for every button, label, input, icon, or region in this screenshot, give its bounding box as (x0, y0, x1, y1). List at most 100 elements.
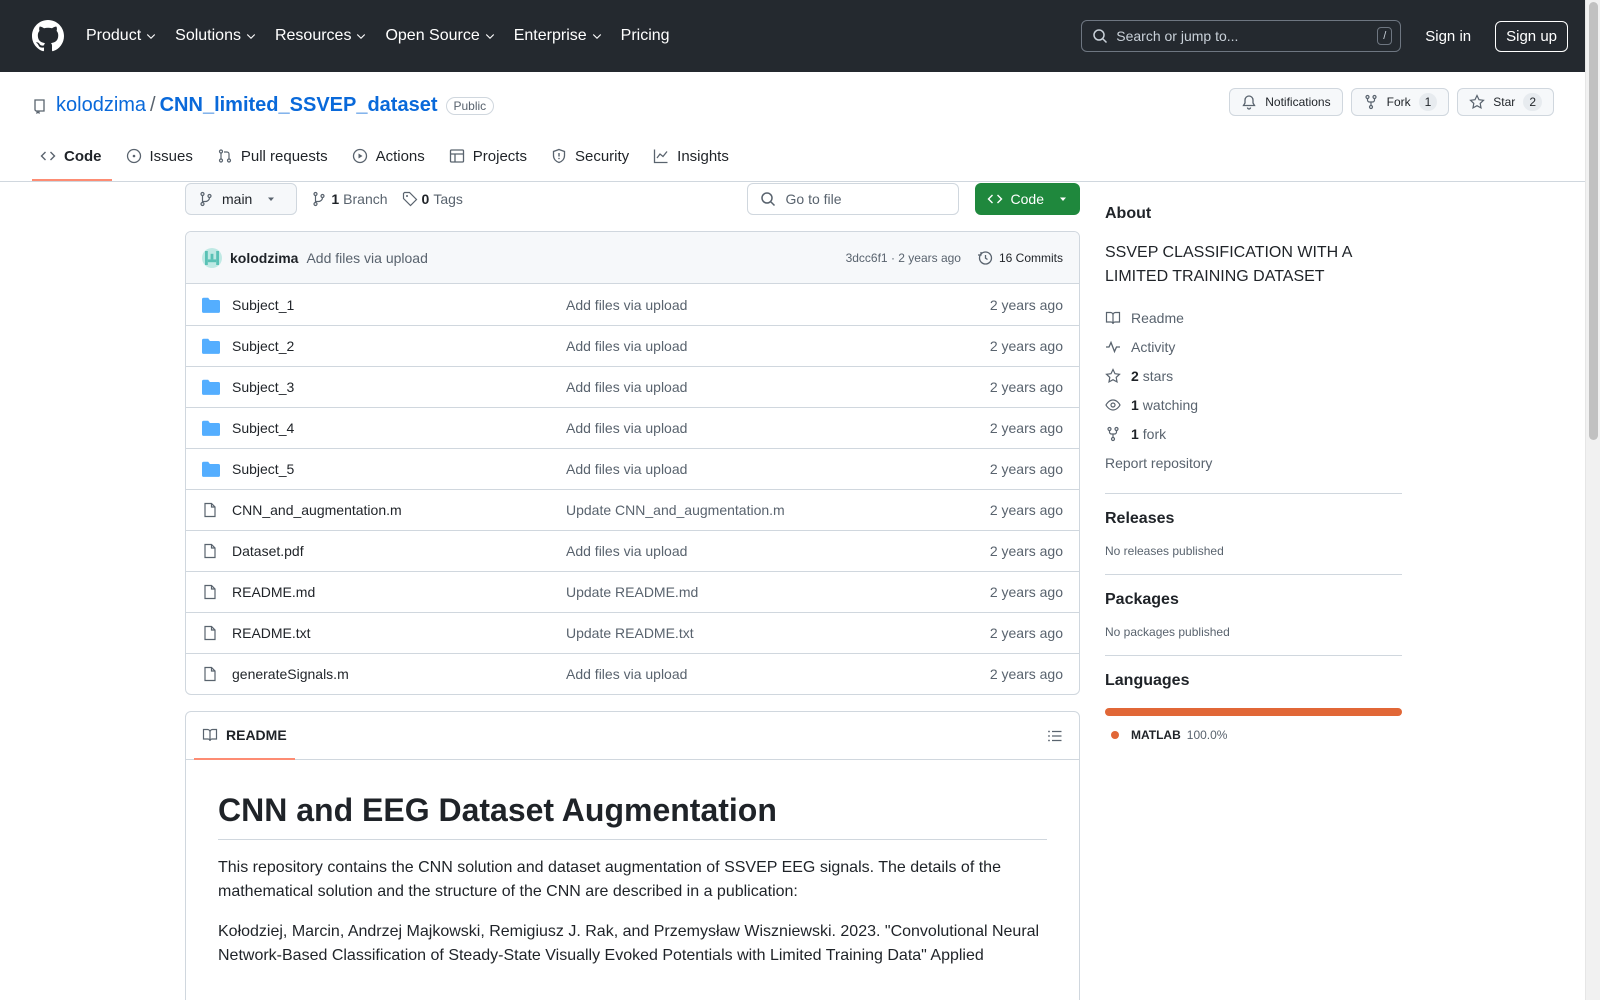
repo-owner-link[interactable]: kolodzima (56, 94, 146, 117)
file-commit-message[interactable]: Add files via upload (566, 297, 990, 313)
commit-author[interactable]: kolodzima (230, 250, 298, 266)
repo-tabs: Code Issues Pull requests Actions Projec… (32, 133, 745, 181)
file-icon (204, 543, 216, 559)
fork-button[interactable]: Fork 1 (1350, 88, 1450, 116)
scrollbar-thumb[interactable] (1589, 2, 1598, 440)
nav-solutions[interactable]: Solutions (175, 27, 257, 45)
file-commit-message[interactable]: Add files via upload (566, 379, 990, 395)
file-icon (204, 666, 216, 682)
file-row[interactable]: generateSignals.m Add files via upload 2 y… (186, 653, 1079, 694)
folder-icon (202, 297, 220, 313)
sign-in-link[interactable]: Sign in (1425, 28, 1471, 45)
tab-actions[interactable]: Actions (344, 133, 435, 181)
forks-link[interactable]: 1 fork (1105, 419, 1402, 448)
file-commit-message[interactable]: Update CNN_and_augmentation.m (566, 502, 990, 518)
file-row[interactable]: README.txt Update README.txt 2 years ago (186, 612, 1079, 653)
nav-resources[interactable]: Resources (275, 27, 367, 45)
nav-open-source[interactable]: Open Source (385, 27, 495, 45)
file-row[interactable]: Subject_5 Add files via upload 2 years ago (186, 448, 1079, 489)
file-commit-message[interactable]: Add files via upload (566, 666, 990, 682)
readme-tab[interactable]: README (194, 712, 295, 760)
file-commit-date: 2 years ago (989, 666, 1063, 682)
forks-count: 1 (1131, 425, 1139, 442)
file-name-link[interactable]: Subject_2 (232, 338, 566, 354)
tab-code[interactable]: Code (32, 133, 112, 181)
file-toolbar: main 1 Branch 0 Tags Go to file Code (185, 183, 1080, 215)
repo-separator: / (150, 94, 156, 116)
star-button[interactable]: Star 2 (1457, 88, 1554, 116)
branch-icon (200, 191, 212, 207)
nav-solutions-label: Solutions (175, 27, 241, 44)
tab-projects[interactable]: Projects (441, 133, 537, 181)
releases-heading[interactable]: Releases (1105, 510, 1402, 528)
repo-icon (34, 98, 45, 114)
file-name-link[interactable]: Subject_5 (232, 461, 566, 477)
file-list: kolodzima Add files via upload 3dcc6f1 ·… (185, 231, 1080, 695)
activity-link[interactable]: Activity (1105, 332, 1402, 361)
search-input[interactable]: Search or jump to... / (1081, 20, 1402, 52)
tab-pull-requests-label: Pull requests (240, 147, 328, 165)
file-name-link[interactable]: Dataset.pdf (232, 543, 566, 559)
list-icon[interactable] (1047, 728, 1063, 744)
file-name-link[interactable]: Subject_4 (232, 420, 566, 436)
tab-issues[interactable]: Issues (118, 133, 203, 181)
file-row[interactable]: CNN_and_augmentation.m Update CNN_and_aug… (186, 489, 1079, 530)
file-name-link[interactable]: generateSignals.m (232, 666, 566, 682)
file-name-link[interactable]: Subject_1 (232, 297, 566, 313)
file-name-link[interactable]: CNN_and_augmentation.m (232, 502, 566, 518)
nav-pricing[interactable]: Pricing (621, 27, 670, 45)
file-commit-date: 2 years ago (989, 420, 1063, 436)
file-commit-message[interactable]: Add files via upload (566, 420, 990, 436)
file-commit-message[interactable]: Update README.md (566, 584, 990, 600)
file-name-link[interactable]: Subject_3 (232, 379, 566, 395)
tags-link[interactable]: 0 Tags (402, 191, 463, 207)
readme-panel: README CNN and EEG Dataset Augmentation … (185, 711, 1080, 1000)
repo-name-link[interactable]: CNN_limited_SSVEP_dataset (160, 94, 438, 117)
tab-pull-requests[interactable]: Pull requests (209, 133, 338, 181)
file-name-link[interactable]: README.txt (232, 625, 566, 641)
file-row[interactable]: Subject_4 Add files via upload 2 years ago (186, 407, 1079, 448)
sign-up-button[interactable]: Sign up (1495, 20, 1568, 52)
language-item[interactable]: MATLAB 100.0% (1105, 728, 1402, 742)
github-logo-icon[interactable] (32, 20, 64, 52)
tab-security[interactable]: Security (543, 133, 639, 181)
readme-link[interactable]: Readme (1105, 303, 1402, 332)
branches-link[interactable]: 1 Branch (311, 191, 388, 207)
stars-count: 2 (1131, 367, 1139, 384)
report-repository-link[interactable]: Report repository (1105, 448, 1402, 477)
nav-product[interactable]: Product (86, 27, 157, 45)
file-commit-date: 2 years ago (989, 502, 1063, 518)
file-row[interactable]: Subject_1 Add files via upload 2 years ago (186, 284, 1079, 325)
file-commit-message[interactable]: Add files via upload (566, 543, 990, 559)
nav-product-label: Product (86, 27, 142, 44)
go-to-file-input[interactable]: Go to file (746, 183, 959, 215)
notifications-label: Notifications (1265, 95, 1331, 109)
file-row[interactable]: Subject_2 Add files via upload 2 years ago (186, 325, 1079, 366)
stars-label: stars (1142, 367, 1174, 384)
code-dropdown-button[interactable]: Code (974, 183, 1080, 215)
tag-icon (402, 191, 417, 207)
file-row[interactable]: Subject_3 Add files via upload 2 years ago (186, 366, 1079, 407)
file-commit-message[interactable]: Add files via upload (566, 461, 990, 477)
file-commit-message[interactable]: Update README.txt (566, 625, 990, 641)
packages-heading[interactable]: Packages (1105, 591, 1402, 609)
stars-link[interactable]: 2 stars (1105, 361, 1402, 390)
nav-resources-label: Resources (274, 27, 352, 44)
commits-link[interactable]: 16 Commits (977, 250, 1063, 266)
file-row[interactable]: Dataset.pdf Add files via upload 2 years a… (186, 530, 1079, 571)
branch-icon (313, 191, 325, 207)
page-scrollbar[interactable] (1585, 0, 1600, 1000)
pulse-icon (1106, 340, 1120, 353)
commit-message[interactable]: Add files via upload (306, 250, 427, 266)
nav-enterprise[interactable]: Enterprise (514, 27, 603, 45)
watching-link[interactable]: 1 watching (1105, 390, 1402, 419)
tab-insights[interactable]: Insights (645, 133, 739, 181)
commit-hash-time[interactable]: 3dcc6f1 · 2 years ago (846, 251, 961, 265)
file-name-link[interactable]: README.md (232, 584, 566, 600)
branch-selector[interactable]: main (185, 183, 298, 215)
file-commit-message[interactable]: Add files via upload (566, 338, 990, 354)
eye-icon (1105, 398, 1121, 411)
notifications-button[interactable]: Notifications (1229, 88, 1343, 116)
file-row[interactable]: README.md Update README.md 2 years ago (186, 571, 1079, 612)
avatar[interactable] (202, 247, 222, 268)
